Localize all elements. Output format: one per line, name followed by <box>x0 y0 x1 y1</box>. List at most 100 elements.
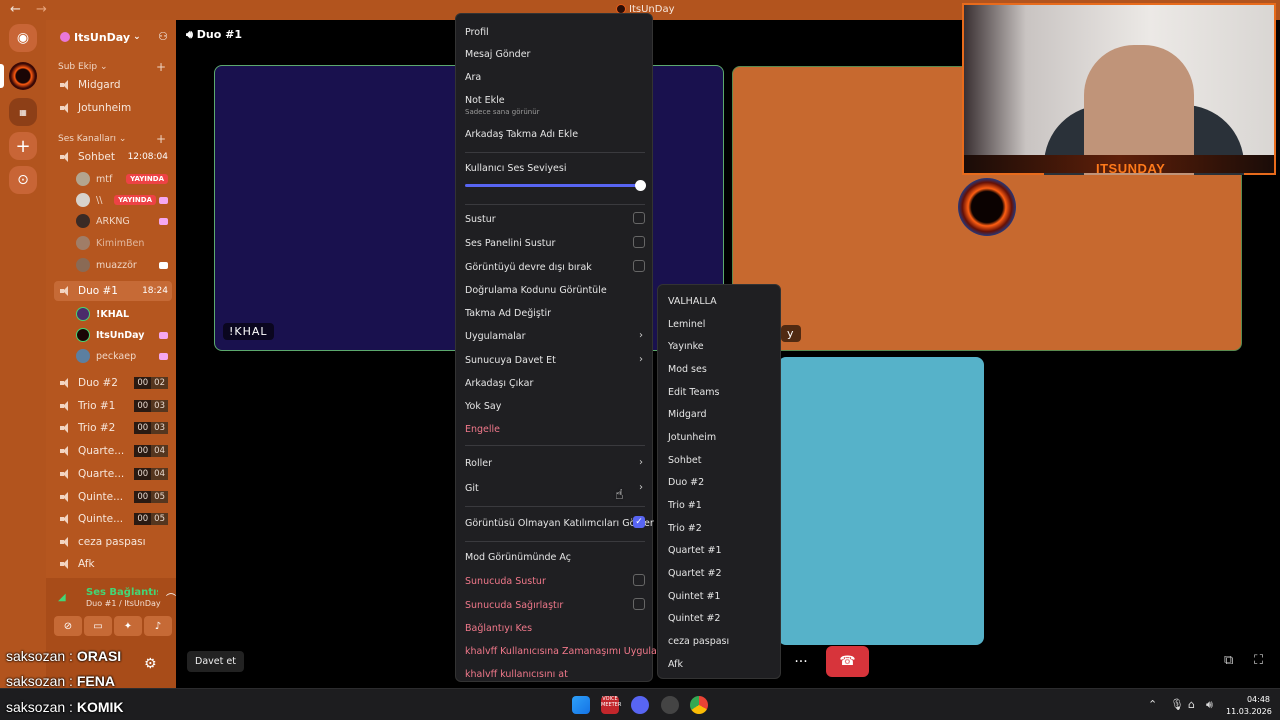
mute-checkbox[interactable] <box>633 212 645 224</box>
voice-user[interactable]: KimimBen <box>76 233 172 253</box>
system-clock[interactable]: 04:48 11.03.2026 <box>1226 694 1272 718</box>
server-header[interactable]: ItsUnDay ⌄ ⚇ <box>46 20 176 54</box>
menu-disconnect[interactable]: Bağlantıyı Kes <box>465 623 645 634</box>
channel-quintet-2[interactable]: Quinte... 00 05 <box>54 509 172 529</box>
voice-user[interactable]: ARKNG <box>76 211 172 231</box>
menu-disable-video[interactable]: Görüntüyü devre dışı bırak <box>465 260 645 273</box>
invite-people-icon[interactable]: ⚇ <box>158 30 168 43</box>
menu-timeout[interactable]: khalvff Kullanıcısına Zamanaşımı Uygula <box>465 646 657 657</box>
slider-knob[interactable] <box>635 180 646 191</box>
tray-chevron-up-icon[interactable]: ⌃ <box>1148 698 1157 711</box>
menu-remove-friend[interactable]: Arkadaşı Çıkar <box>465 378 645 389</box>
menu-show-non-video[interactable]: Görüntüsü Olmayan Katılımcıları Göster ✓ <box>465 516 654 529</box>
menu-mute[interactable]: Sustur <box>465 212 645 225</box>
menu-server-deafen[interactable]: Sunucuda Sağırlaştır <box>465 598 645 611</box>
voice-user[interactable]: peckaep <box>76 346 172 366</box>
submenu-channel[interactable]: Quintet #1 <box>668 591 720 602</box>
disconnect-icon[interactable]: ⌒ <box>166 590 176 605</box>
channel-afk[interactable]: Afk <box>54 554 172 574</box>
microphone-icon[interactable]: 🎙︎ <box>1170 698 1184 711</box>
camera-off-icon[interactable]: ⊘ <box>54 616 82 636</box>
disable-video-checkbox[interactable] <box>633 260 645 272</box>
server-deafen-checkbox[interactable] <box>633 598 645 610</box>
explore-icon[interactable]: ⊙ <box>9 166 37 194</box>
submenu-channel[interactable]: Quartet #1 <box>668 545 722 556</box>
discord-home-icon[interactable]: ◉ <box>9 24 37 52</box>
back-arrow-icon[interactable]: ← <box>10 2 21 17</box>
discord-taskbar-icon[interactable] <box>631 696 649 714</box>
channel-sohbet[interactable]: Sohbet 12:08:04 <box>54 147 172 167</box>
menu-view-verification[interactable]: Doğrulama Kodunu Görüntüle <box>465 285 645 296</box>
voice-user[interactable]: ItsUnDay <box>76 325 172 345</box>
windows-start-icon[interactable] <box>572 696 590 714</box>
submenu-channel[interactable]: Mod ses <box>668 364 707 375</box>
submenu-channel[interactable]: ceza paspası <box>668 636 729 647</box>
channel-midgard[interactable]: Midgard <box>54 75 172 95</box>
menu-mod-view[interactable]: Mod Görünümünde Aç <box>465 552 645 563</box>
server-mute-checkbox[interactable] <box>633 574 645 586</box>
submenu-channel[interactable]: Leminel <box>668 319 705 330</box>
voice-location[interactable]: Duo #1 / ItsUnDay <box>86 599 161 608</box>
menu-ignore[interactable]: Yok Say <box>465 401 645 412</box>
menu-add-friend-nickname[interactable]: Arkadaş Takma Adı Ekle <box>465 129 645 140</box>
volume-icon[interactable]: 🔊︎ <box>1206 698 1213 712</box>
voice-user[interactable]: mtf YAYINDA <box>76 169 172 189</box>
menu-server-mute[interactable]: Sunucuda Sustur <box>465 574 645 587</box>
submenu-channel[interactable]: Trio #2 <box>668 523 702 534</box>
add-server-icon[interactable]: + <box>9 132 37 160</box>
invite-button[interactable]: Davet et <box>187 651 244 672</box>
more-options-icon[interactable]: ··· <box>786 648 816 676</box>
menu-mute-soundboard[interactable]: Ses Panelini Sustur <box>465 236 645 249</box>
submenu-channel[interactable]: Jotunheim <box>668 432 716 443</box>
menu-apps[interactable]: Uygulamalar › <box>465 330 645 342</box>
submenu-channel[interactable]: Sohbet <box>668 455 701 466</box>
soundboard-icon[interactable]: ♪ <box>144 616 172 636</box>
fullscreen-icon[interactable]: ⛶ <box>1254 653 1263 668</box>
show-non-video-checkbox[interactable]: ✓ <box>633 516 645 528</box>
menu-profile[interactable]: Profil <box>465 27 645 38</box>
voice-user[interactable]: \\ YAYINDA <box>76 190 172 210</box>
menu-kick[interactable]: khalvff kullanıcısını at <box>465 669 645 680</box>
menu-block[interactable]: Engelle <box>465 424 645 435</box>
menu-roles[interactable]: Roller › <box>465 457 645 469</box>
app-taskbar-icon[interactable] <box>661 696 679 714</box>
settings-gear-icon[interactable]: ⚙ <box>144 656 157 672</box>
submenu-channel[interactable]: Quintet #2 <box>668 613 720 624</box>
voice-user[interactable]: muazzör <box>76 255 172 275</box>
menu-add-note[interactable]: Not Ekle Sadece sana görünür <box>465 95 645 116</box>
submenu-channel[interactable]: Duo #2 <box>668 477 704 488</box>
server-folder-icon[interactable]: ▦ <box>9 98 37 126</box>
channel-jotunheim[interactable]: Jotunheim <box>54 98 172 118</box>
submenu-channel[interactable]: Midgard <box>668 409 707 420</box>
channel-trio-1[interactable]: Trio #1 00 03 <box>54 396 172 416</box>
activities-icon[interactable]: ✦ <box>114 616 142 636</box>
network-icon[interactable]: ⌂ <box>1188 698 1195 711</box>
forward-arrow-icon[interactable]: → <box>36 2 47 17</box>
user-volume-slider[interactable] <box>465 180 646 191</box>
video-tile-peckaep[interactable] <box>778 357 984 645</box>
menu-call[interactable]: Ara <box>465 72 645 83</box>
menu-invite-to-server[interactable]: Sunucuya Davet Et › <box>465 354 645 366</box>
menu-send-message[interactable]: Mesaj Gönder <box>465 49 645 60</box>
channel-duo-1[interactable]: Duo #1 18:24 <box>54 281 172 301</box>
voicemeeter-icon[interactable]: VOICE MEETER <box>601 696 621 714</box>
voice-user[interactable]: !KHAL <box>76 304 172 324</box>
screen-share-button-icon[interactable]: ▭ <box>84 616 112 636</box>
submenu-channel[interactable]: Afk <box>668 659 683 670</box>
channel-ceza-paspasi[interactable]: ceza paspası <box>54 532 172 552</box>
channel-quartet-1[interactable]: Quarte... 00 04 <box>54 441 172 461</box>
chrome-taskbar-icon[interactable] <box>690 696 708 714</box>
submenu-channel[interactable]: Trio #1 <box>668 500 702 511</box>
category-sub-ekip[interactable]: Sub Ekip ⌄ + <box>58 60 166 74</box>
submenu-channel[interactable]: Edit Teams <box>668 387 719 398</box>
mute-soundboard-checkbox[interactable] <box>633 236 645 248</box>
popout-icon[interactable]: ⧉ <box>1224 653 1233 668</box>
submenu-channel[interactable]: Quartet #2 <box>668 568 722 579</box>
channel-quintet-1[interactable]: Quinte... 00 05 <box>54 487 172 507</box>
add-channel-icon[interactable]: + <box>156 132 166 146</box>
channel-duo-2[interactable]: Duo #2 00 02 <box>54 373 172 393</box>
channel-trio-2[interactable]: Trio #2 00 03 <box>54 418 172 438</box>
submenu-channel[interactable]: Yayınke <box>668 341 704 352</box>
server-itsunday-icon[interactable] <box>9 62 37 90</box>
submenu-channel[interactable]: VALHALLA <box>668 296 717 307</box>
